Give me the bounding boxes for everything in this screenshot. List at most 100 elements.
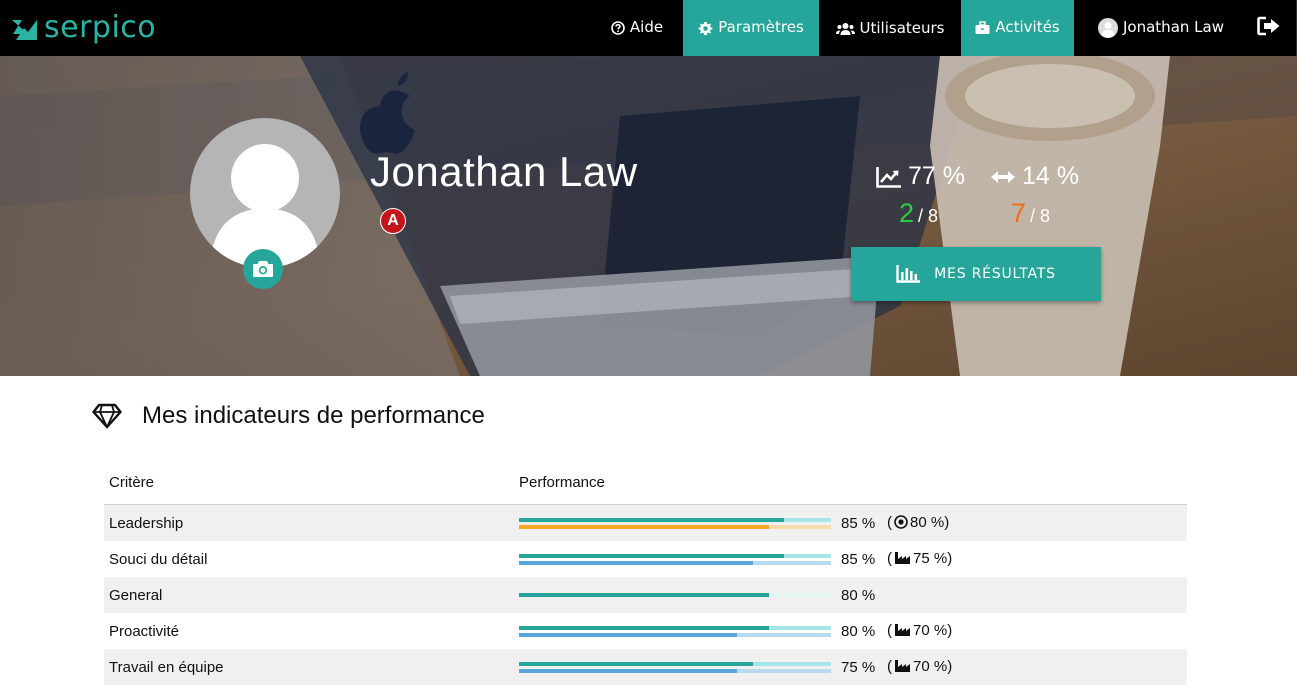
performance-percent: 80 % <box>841 586 876 604</box>
performance-percent: 75 % <box>841 658 876 676</box>
score-bad-total: / 8 <box>1030 206 1051 226</box>
table-row: Souci du détail 85 % (75 %) <box>104 541 1187 577</box>
role-badge-letter: A <box>387 212 399 229</box>
score-bad: 7/ 8 <box>1011 198 1050 229</box>
benchmark-bar-fill <box>519 560 753 565</box>
performance-cell: 85 % (80 %) <box>514 504 1187 541</box>
criterion-label: Souci du détail <box>109 550 208 568</box>
industry-icon <box>894 659 911 677</box>
reference-value: (70 %) <box>887 622 952 641</box>
nav-help-label: Aide <box>629 18 664 36</box>
nav-user-name: Jonathan Law <box>1123 18 1224 36</box>
score-bar <box>519 517 831 522</box>
nav-users-label: Utilisateurs <box>859 19 945 37</box>
reference-paren: ( <box>887 657 892 675</box>
brand-name: serpico <box>44 10 157 45</box>
performance-percent: 85 % <box>841 550 876 568</box>
performance-bars <box>519 623 831 640</box>
score-bad-value: 7 <box>1011 198 1027 228</box>
performance-cell: 75 % (70 %) <box>514 649 1187 685</box>
diamond-icon <box>92 403 122 429</box>
trend-logo-icon <box>12 20 37 40</box>
section-title: Mes indicateurs de performance <box>142 402 485 429</box>
profile-name: Jonathan Law <box>370 148 638 195</box>
reference-paren: ( <box>887 621 892 639</box>
reference-paren: ( <box>887 513 892 531</box>
industry-icon <box>894 551 911 569</box>
reference-percent: 70 %) <box>913 621 953 639</box>
arrows-horizontal-icon <box>991 170 1015 183</box>
criterion-label: Travail en équipe <box>104 649 514 685</box>
performance-cell: 85 % (75 %) <box>514 541 1187 577</box>
my-results-label: MES RÉSULTATS <box>934 266 1056 282</box>
reference-percent: 70 %) <box>913 657 953 675</box>
target-icon <box>894 514 908 533</box>
change-photo-button[interactable] <box>243 249 283 289</box>
reference-paren: ( <box>887 549 892 567</box>
section-heading: Mes indicateurs de performance <box>92 402 485 430</box>
stat-average: 77 % <box>876 162 965 191</box>
reference-value: (70 %) <box>887 658 952 677</box>
camera-icon <box>253 261 273 277</box>
benchmark-bar-fill <box>519 632 738 637</box>
reference-percent: 75 %) <box>913 549 953 567</box>
role-badge: A <box>380 208 406 234</box>
briefcase-icon <box>975 21 990 35</box>
score-bar-fill <box>519 661 753 666</box>
score-good-value: 2 <box>899 198 915 228</box>
performance-bars <box>519 590 831 600</box>
question-circle-icon <box>611 21 625 35</box>
benchmark-bar-fill <box>519 668 738 673</box>
nav-help[interactable]: Aide <box>596 0 678 56</box>
score-bar <box>519 625 831 630</box>
area-chart-icon <box>876 166 901 188</box>
users-icon <box>835 22 855 36</box>
performance-percent: 80 % <box>841 622 876 640</box>
nav-settings-label: Paramètres <box>718 18 804 36</box>
target-bar-fill <box>519 524 769 529</box>
table-row: Travail en équipe 75 % (70 %) <box>104 649 1187 685</box>
profile-avatar <box>190 118 340 268</box>
nav-settings[interactable]: Paramètres <box>683 0 819 56</box>
nav-activities-label: Activités <box>995 18 1060 36</box>
nav-user-menu[interactable]: Jonathan Law <box>1086 0 1236 56</box>
brand-logo[interactable]: serpico <box>10 10 156 46</box>
table-row: Proactivité 80 % (70 %) <box>104 613 1187 649</box>
score-bar <box>519 553 831 558</box>
score-bar <box>519 661 831 666</box>
performance-table: Critère Performance Leadership 85 % (80 %)… <box>104 460 1187 685</box>
performance-rows: Leadership 85 % (80 %) Souci du détail 85 % (… <box>104 504 1187 685</box>
user-avatar-small <box>1098 18 1118 38</box>
col-criterion: Critère <box>104 460 514 505</box>
stat-average-value: 77 % <box>908 162 965 190</box>
industry-icon <box>894 623 911 641</box>
my-results-button[interactable]: MES RÉSULTATS <box>851 247 1101 301</box>
reference-value: (75 %) <box>887 550 952 569</box>
nav-users[interactable]: Utilisateurs <box>822 1 958 57</box>
performance-cell: 80 % (70 %) <box>514 613 1187 649</box>
reference-percent: 80 %) <box>910 513 950 531</box>
profile-header: Jonathan Law A 77 % 14 % 2/ 8 7/ 8 MES R… <box>0 56 1297 376</box>
target-bar <box>519 524 831 529</box>
performance-cell: 80 % <box>514 577 1187 613</box>
benchmark-bar <box>519 560 831 565</box>
score-bar-fill <box>519 593 769 598</box>
top-navbar: serpico Aide Paramètres Utilisateurs Act… <box>0 0 1297 56</box>
nav-activities[interactable]: Activités <box>961 0 1074 56</box>
logout-button[interactable] <box>1250 0 1288 56</box>
table-row: Leadership 85 % (80 %) <box>104 504 1187 541</box>
benchmark-bar <box>519 668 831 673</box>
col-performance: Performance <box>514 460 1187 505</box>
criterion-label: General <box>104 577 514 613</box>
stat-spread-value: 14 % <box>1022 162 1079 190</box>
criterion-label: Proactivité <box>109 622 180 640</box>
score-good: 2/ 8 <box>899 198 938 229</box>
table-header-row: Critère Performance <box>104 460 1187 505</box>
score-bar-fill <box>519 625 769 630</box>
performance-bars <box>519 515 831 532</box>
sign-out-icon <box>1257 16 1281 40</box>
score-bar <box>519 593 831 598</box>
performance-bars <box>519 551 831 568</box>
stat-spread: 14 % <box>990 162 1079 191</box>
performance-percent: 85 % <box>841 514 876 532</box>
